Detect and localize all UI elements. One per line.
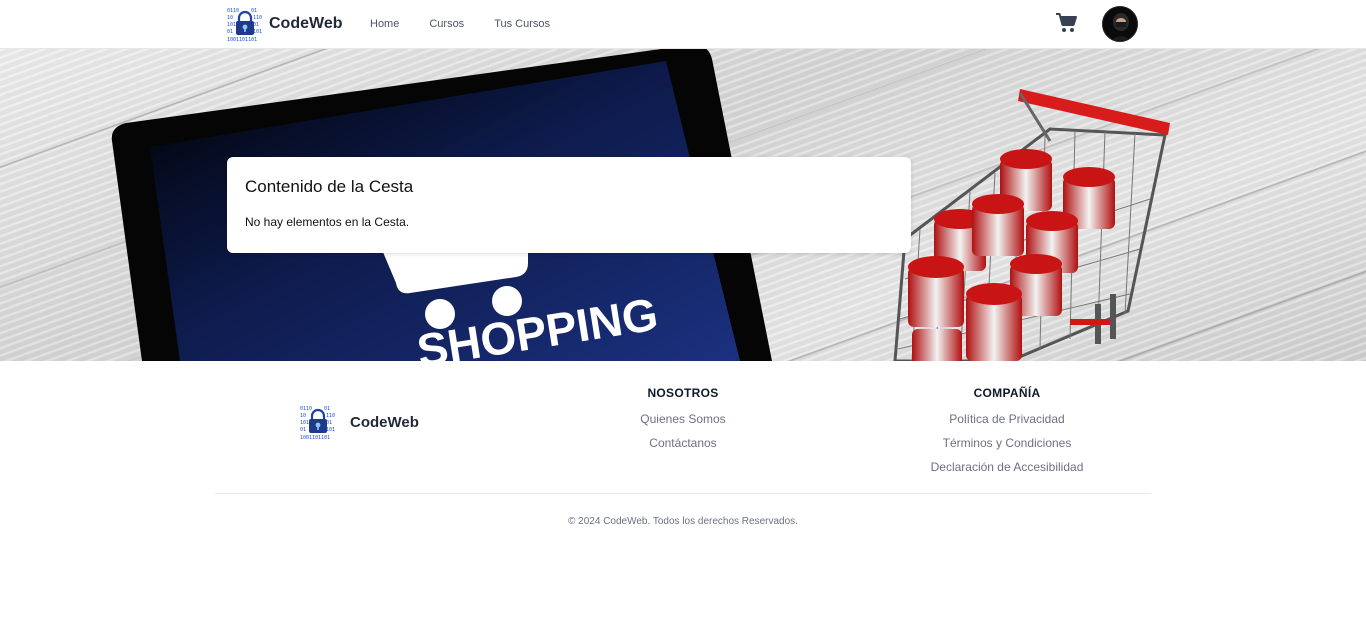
svg-text:101: 101 xyxy=(300,420,309,426)
footer-brand-name: CodeWeb xyxy=(350,413,419,431)
nav-link-tus-cursos[interactable]: Tus Cursos xyxy=(494,18,550,30)
cart-contents-card: Contenido de la Cesta No hay elementos e… xyxy=(227,157,911,253)
svg-text:0110: 0110 xyxy=(227,8,239,14)
nav-link-cursos[interactable]: Cursos xyxy=(429,18,464,30)
top-navbar: 0110 01 10 110 101 01 01 101 1001101101 Code… xyxy=(0,0,1366,49)
footer-brand[interactable]: 0110 01 10 110 101 01 01 101 1001101101 Code… xyxy=(300,404,419,440)
footer-heading-compania: COMPAÑÍA xyxy=(973,386,1041,400)
user-avatar[interactable] xyxy=(1102,6,1138,42)
brand-name: CodeWeb xyxy=(269,15,343,32)
brand-link[interactable]: 0110 01 10 110 101 01 01 101 1001101101 Code… xyxy=(227,6,342,42)
svg-text:1001101101: 1001101101 xyxy=(227,37,257,42)
footer-link-accesibilidad[interactable]: Declaración de Accesibilidad xyxy=(887,455,1127,479)
codeweb-logo-icon: 0110 01 10 110 101 01 01 101 1001101101 xyxy=(300,406,335,440)
footer-link-privacidad[interactable]: Política de Privacidad xyxy=(887,407,1127,431)
svg-text:01: 01 xyxy=(324,406,330,412)
footer-link-contactanos[interactable]: Contáctanos xyxy=(563,431,803,455)
svg-text:101: 101 xyxy=(326,427,335,433)
svg-text:10: 10 xyxy=(227,15,233,21)
svg-text:0110: 0110 xyxy=(300,406,312,412)
shopping-cart-icon[interactable] xyxy=(1055,12,1079,34)
codeweb-logo-icon: 0110 01 10 110 101 01 01 101 1001101101 xyxy=(227,8,262,42)
svg-text:01: 01 xyxy=(251,8,257,14)
cart-empty-message: No hay elementos en la Cesta. xyxy=(245,215,410,229)
hero-banner: SHOPPING Contenido de la Cesta No hay el… xyxy=(0,49,1366,361)
footer-link-quienes-somos[interactable]: Quienes Somos xyxy=(563,407,803,431)
svg-text:01: 01 xyxy=(227,29,233,35)
footer-column-compania: COMPAÑÍA Política de Privacidad Términos… xyxy=(887,386,1127,479)
gift-cart-graphic xyxy=(893,89,1170,361)
copyright-text: © 2024 CodeWeb. Todos los derechos Reser… xyxy=(568,516,798,527)
avatar-image xyxy=(1103,7,1137,41)
footer-column-nosotros: NOSOTROS Quienes Somos Contáctanos xyxy=(563,386,803,455)
footer-link-terminos[interactable]: Términos y Condiciones xyxy=(887,431,1127,455)
svg-text:01: 01 xyxy=(300,427,306,433)
main-nav: Home Cursos Tus Cursos xyxy=(370,18,550,30)
svg-text:101: 101 xyxy=(253,29,262,35)
footer-heading-nosotros: NOSOTROS xyxy=(647,386,719,400)
svg-text:10: 10 xyxy=(300,413,306,419)
svg-text:101: 101 xyxy=(227,22,236,28)
nav-link-home[interactable]: Home xyxy=(370,18,399,30)
svg-text:110: 110 xyxy=(253,15,262,21)
svg-text:110: 110 xyxy=(326,413,335,419)
svg-text:1001101101: 1001101101 xyxy=(300,435,330,440)
footer-divider xyxy=(215,493,1151,494)
cart-title: Contenido de la Cesta xyxy=(245,177,414,196)
